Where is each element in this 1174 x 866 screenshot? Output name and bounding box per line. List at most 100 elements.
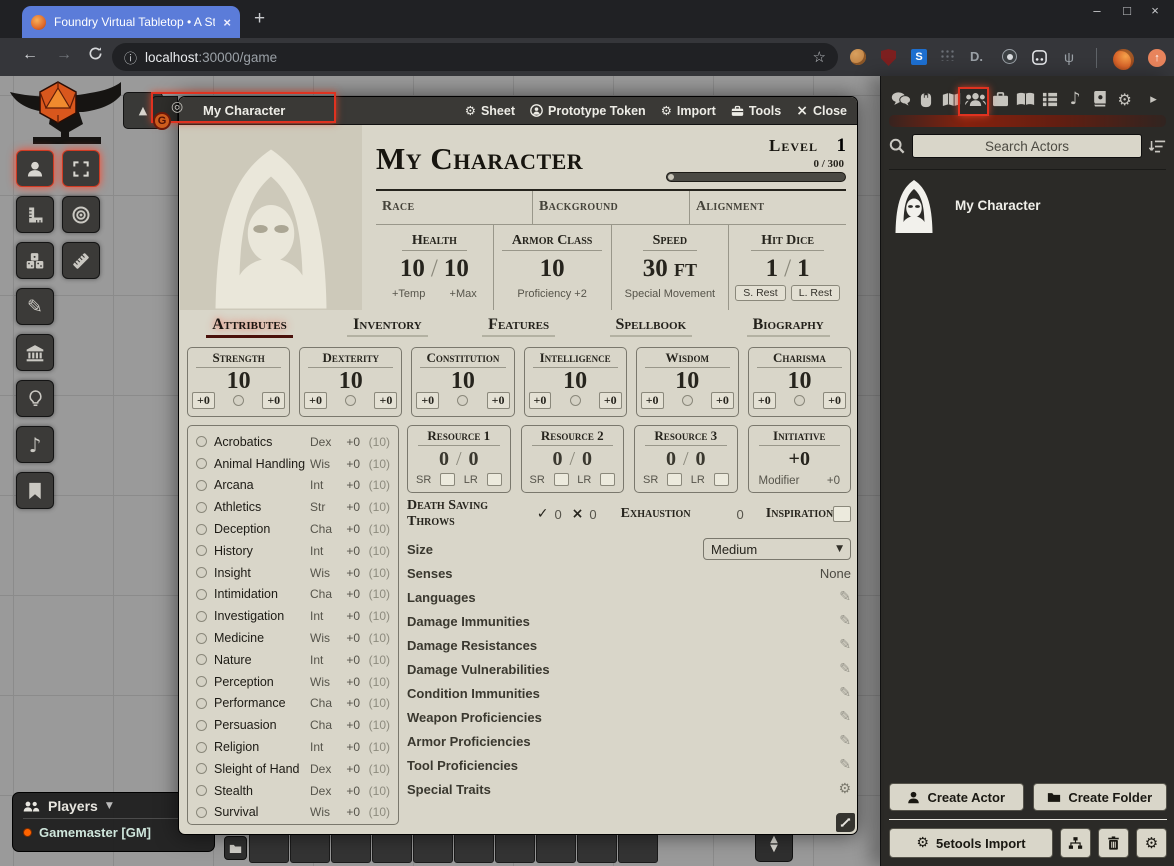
- macro-slot-9[interactable]: [577, 833, 617, 863]
- macro-slot-4[interactable]: [372, 833, 412, 863]
- proficiency-radio[interactable]: [570, 395, 581, 406]
- tab-spellbook[interactable]: Spellbook: [610, 316, 693, 337]
- skill-prof-radio[interactable]: [196, 458, 207, 469]
- trait-damage-immunities-row[interactable]: Damage Immunities ✎: [407, 609, 851, 633]
- hd-max[interactable]: 1: [797, 255, 810, 282]
- character-name[interactable]: My Character: [376, 131, 666, 187]
- special-movement-label[interactable]: Special Movement: [612, 288, 729, 300]
- race-field[interactable]: Race: [376, 191, 532, 224]
- lr-checkbox[interactable]: [600, 473, 615, 486]
- folder-tree-button[interactable]: [1060, 828, 1091, 858]
- ability-charisma[interactable]: Charisma 10 +0+0: [748, 347, 851, 417]
- tab-playlists[interactable]: ♪: [1063, 89, 1088, 109]
- fivetools-import-button[interactable]: ⚙ 5etools Import: [889, 828, 1053, 858]
- speed-stat[interactable]: Speed 30 ft Special Movement: [611, 225, 729, 310]
- close-window-button[interactable]: × Close: [796, 103, 847, 119]
- macro-slot-8[interactable]: [536, 833, 576, 863]
- s-extension-icon[interactable]: S: [911, 49, 927, 65]
- trait-tool-proficiencies-row[interactable]: Tool Proficiencies ✎: [407, 753, 851, 777]
- tool-dice-roller[interactable]: [16, 242, 54, 279]
- exhaustion-value[interactable]: 0: [737, 507, 744, 522]
- ac-value[interactable]: 10: [540, 255, 565, 282]
- skill-prof-radio[interactable]: [196, 763, 207, 774]
- resource-3[interactable]: Resource 3 0/0 SRLR: [634, 425, 738, 493]
- tab-journal[interactable]: [1013, 92, 1038, 107]
- resource-1[interactable]: Resource 1 0/0 SRLR: [407, 425, 511, 493]
- skill-prof-radio[interactable]: [196, 589, 207, 600]
- hp-tempmax-label[interactable]: +Max: [450, 288, 477, 300]
- inspiration-checkbox[interactable]: [833, 506, 851, 522]
- proficiency-radio[interactable]: [682, 395, 693, 406]
- sort-folders-icon[interactable]: [1149, 139, 1166, 154]
- edit-icon[interactable]: ✎: [839, 757, 851, 773]
- skill-prof-radio[interactable]: [196, 676, 207, 687]
- tab-settings[interactable]: ⚙: [1112, 90, 1137, 109]
- ublock-extension-icon[interactable]: [881, 49, 896, 66]
- import-button[interactable]: ⚙ Import: [661, 103, 716, 118]
- browser-tab[interactable]: Foundry Virtual Tabletop • A Stan ×: [22, 6, 240, 38]
- tab-close-icon[interactable]: ×: [223, 15, 231, 30]
- delete-button[interactable]: [1098, 828, 1129, 858]
- tab-inventory[interactable]: Inventory: [347, 316, 428, 337]
- death-failure-icon[interactable]: ×: [572, 506, 584, 522]
- macro-slot-6[interactable]: [454, 833, 494, 863]
- profile-avatar[interactable]: [1113, 49, 1134, 70]
- tab-roll-tables[interactable]: [1038, 92, 1063, 107]
- initiative-box[interactable]: Initiative +0 Modifier+0: [748, 425, 852, 493]
- tab-attributes[interactable]: Attributes: [206, 316, 293, 338]
- tab-compendium[interactable]: [1088, 91, 1113, 107]
- window-resize-handle[interactable]: [836, 813, 855, 832]
- cookie-extension-icon[interactable]: [850, 49, 866, 65]
- trait-weapon-proficiencies-row[interactable]: Weapon Proficiencies ✎: [407, 705, 851, 729]
- trait-condition-immunities-row[interactable]: Condition Immunities ✎: [407, 681, 851, 705]
- sr-checkbox[interactable]: [440, 473, 455, 486]
- alignment-field[interactable]: Alignment: [689, 191, 846, 224]
- skill-prof-radio[interactable]: [196, 785, 207, 796]
- armor-class-stat[interactable]: Armor Class 10 Proficiency +2: [493, 225, 611, 310]
- edit-icon[interactable]: ✎: [839, 637, 851, 653]
- trait-damage-resistances-row[interactable]: Damage Resistances ✎: [407, 633, 851, 657]
- dark-reader-extension-icon[interactable]: [1031, 49, 1048, 66]
- edit-icon[interactable]: ✎: [839, 733, 851, 749]
- edit-icon[interactable]: ✎: [839, 709, 851, 725]
- settings-button[interactable]: ⚙: [1136, 828, 1167, 858]
- tool-target[interactable]: [62, 196, 100, 233]
- tool-drawings[interactable]: ✎: [16, 288, 54, 325]
- window-maximize-button[interactable]: □: [1114, 3, 1140, 18]
- tab-features[interactable]: Features: [482, 316, 555, 337]
- tab-chat[interactable]: [889, 91, 914, 107]
- death-success-icon[interactable]: ✓: [537, 506, 549, 522]
- skill-prof-radio[interactable]: [196, 502, 207, 513]
- prototype-token-button[interactable]: Prototype Token: [530, 104, 646, 118]
- tool-lighting[interactable]: [16, 380, 54, 417]
- create-folder-button[interactable]: Create Folder: [1033, 783, 1168, 811]
- edit-icon[interactable]: ✎: [839, 685, 851, 701]
- tool-select-targets[interactable]: [62, 150, 100, 187]
- actor-list-item[interactable]: My Character: [889, 178, 1166, 233]
- skill-prof-radio[interactable]: [196, 480, 207, 491]
- level-value[interactable]: 1: [837, 135, 847, 156]
- hd-current[interactable]: 1: [766, 255, 779, 282]
- window-close-button[interactable]: ×: [1142, 3, 1168, 18]
- tools-button[interactable]: Tools: [731, 104, 781, 118]
- macro-slot-10[interactable]: [618, 833, 658, 863]
- skill-prof-radio[interactable]: [196, 633, 207, 644]
- skill-prof-radio[interactable]: [196, 611, 207, 622]
- window-minimize-button[interactable]: –: [1084, 3, 1110, 18]
- configure-special-traits-icon[interactable]: ⚙: [838, 781, 851, 797]
- edit-icon[interactable]: ✎: [839, 589, 851, 605]
- character-portrait[interactable]: [180, 125, 362, 310]
- proficiency-radio[interactable]: [233, 395, 244, 406]
- skill-prof-radio[interactable]: [196, 654, 207, 665]
- back-button[interactable]: ←: [22, 46, 38, 64]
- skill-prof-radio[interactable]: [196, 567, 207, 578]
- macro-slot-1[interactable]: [249, 833, 289, 863]
- sheet-config-button[interactable]: ⚙ Sheet: [465, 103, 515, 118]
- new-tab-button[interactable]: +: [254, 8, 265, 30]
- proficiency-radio[interactable]: [345, 395, 356, 406]
- ability-dexterity[interactable]: Dexterity 10 +0+0: [299, 347, 402, 417]
- ability-strength[interactable]: Strength 10 +0+0: [187, 347, 290, 417]
- lens-extension-icon[interactable]: [1002, 49, 1017, 64]
- tuning-fork-extension-icon[interactable]: ψ: [1064, 49, 1074, 65]
- xp-value[interactable]: 0 / 300: [666, 158, 844, 170]
